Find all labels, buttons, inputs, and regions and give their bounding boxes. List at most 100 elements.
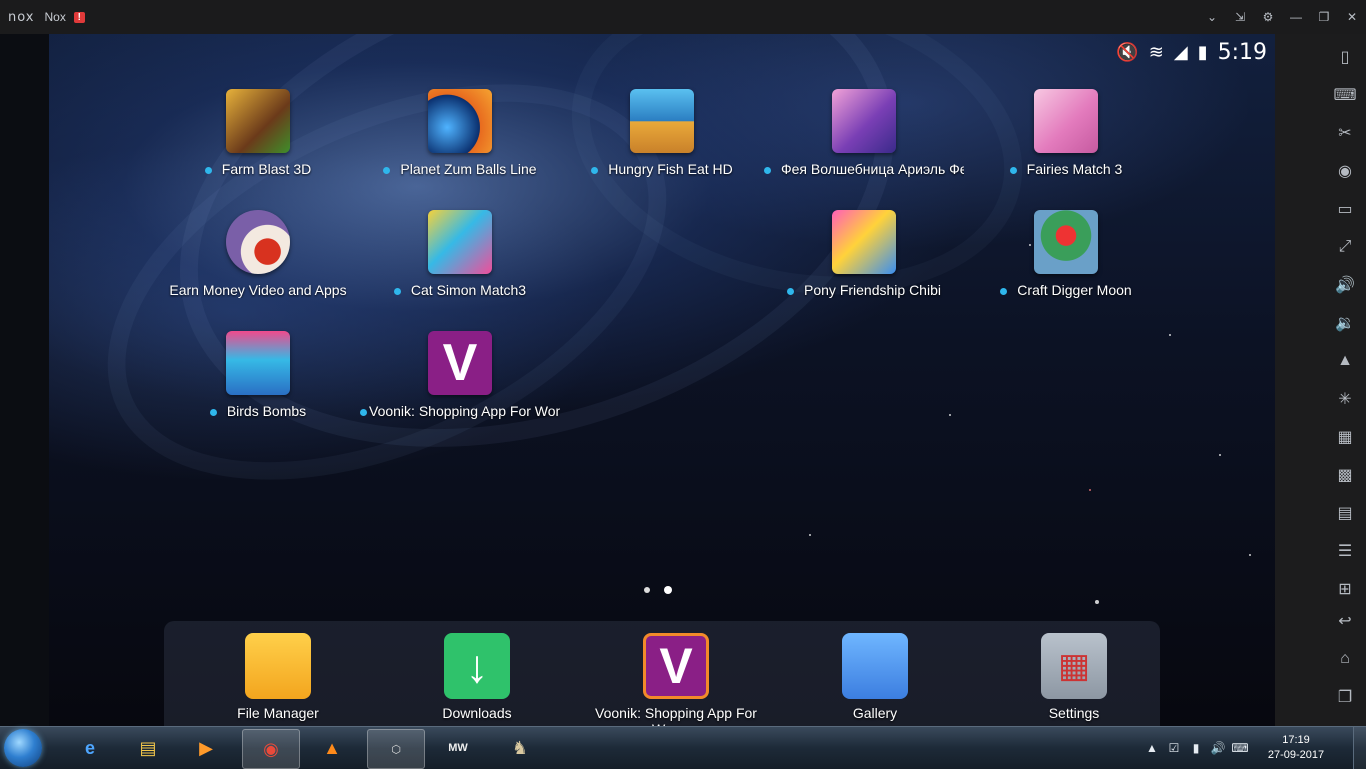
app-fairy-ariel[interactable]: Фея Волшебница Ариэль Фея Б [764, 89, 964, 199]
app-hungry-fish-eat-hd[interactable]: Hungry Fish Eat HD [562, 89, 762, 199]
volume-icon[interactable]: 🔊 [1207, 741, 1229, 755]
app-birds-bombs[interactable]: Birds Bombs [158, 331, 358, 441]
page-indicator [644, 586, 672, 594]
wallpaper-star [809, 534, 811, 536]
dock-settings[interactable]: ▦ Settings [974, 633, 1174, 725]
back-icon[interactable]: ↩ [1333, 609, 1357, 633]
dock-label: File Manager [237, 705, 319, 721]
screenshot-scissors-icon[interactable]: ✂ [1333, 121, 1357, 145]
dock: File Manager ↓ Downloads V Voonik: Shopp… [164, 621, 1160, 726]
new-app-dot [209, 408, 217, 416]
loading-icon[interactable]: ✳ [1333, 387, 1357, 411]
start-button[interactable] [4, 729, 42, 767]
macro-icon[interactable]: ▩ [1333, 463, 1357, 487]
app-planet-zum-balls-line[interactable]: Planet Zum Balls Line [360, 89, 560, 199]
dock-label: Settings [1048, 705, 1100, 721]
wallpaper-star [1095, 600, 1099, 604]
new-app-dot [1000, 287, 1008, 295]
status-clock: 5:19 [1217, 40, 1267, 65]
app-fairies-match-3[interactable]: Fairies Match 3 [966, 89, 1166, 199]
minimize-icon[interactable]: — [1282, 0, 1310, 34]
mute-icon: 🔇 [1116, 42, 1139, 62]
app-farm-blast-3d[interactable]: Farm Blast 3D [158, 89, 358, 199]
windows-taskbar: e ▤ ▶ ◉ ▲ ⬡ MW ♞ ▲ ☑ ▮ 🔊 ⌨ 17:19 27-09-2… [0, 726, 1366, 769]
system-clock[interactable]: 17:19 27-09-2017 [1251, 733, 1341, 763]
power-icon[interactable]: ▮ [1185, 741, 1207, 755]
mw-game-icon[interactable]: MW [430, 729, 486, 767]
wallpaper-star [1089, 489, 1091, 491]
show-hidden-icons-icon[interactable]: ▲ [1141, 741, 1163, 755]
shake-icon[interactable]: ▯ [1333, 45, 1357, 69]
page-dot[interactable] [644, 587, 650, 593]
location-icon[interactable]: ◉ [1333, 159, 1357, 183]
keyboard-layout-icon[interactable]: ⌨ [1229, 741, 1251, 755]
emulator-side-toolbar: ▯ ⌨ ✂ ◉ ▭ ⤢ 🔊 🔉 ▲ ✳ ▦ ▩ ▤ ☰ ⊞ ↩ ⌂ ❐ [1275, 34, 1366, 726]
dock-file-manager[interactable]: File Manager [178, 633, 378, 725]
collapse-icon[interactable]: ⌄ [1198, 0, 1226, 34]
nox-icon[interactable]: ⬡ [367, 729, 425, 769]
add-icon[interactable]: ⊞ [1333, 577, 1357, 601]
ie-icon[interactable]: e [62, 729, 118, 767]
app-craft-digger-moon[interactable]: Craft Digger Moon [966, 210, 1166, 320]
apk-install-icon[interactable]: ▲ [1333, 349, 1357, 373]
close-icon[interactable]: ✕ [1338, 0, 1366, 34]
wallpaper-star [949, 414, 951, 416]
app-cat-simon-match3[interactable]: Cat Simon Match3 [360, 210, 560, 320]
volume-down-icon[interactable]: 🔉 [1333, 311, 1357, 335]
wifi-icon: ≋ [1148, 42, 1164, 62]
dock-gallery[interactable]: Gallery [775, 633, 975, 725]
app-label: Earn Money Video and Apps [169, 282, 347, 298]
home-icon[interactable]: ⌂ [1333, 647, 1357, 671]
emulator-title-bar: nox Nox ! ⌄ ⇲ ⚙ — ❐ ✕ [0, 0, 1366, 34]
menu-icon[interactable]: ☰ [1333, 539, 1357, 563]
explorer-icon[interactable]: ▤ [120, 729, 176, 767]
keyboard-icon[interactable]: ⌨ [1333, 83, 1357, 107]
folder-icon [245, 633, 311, 699]
new-app-dot [1009, 166, 1017, 174]
sliders-icon: ▦ [1041, 633, 1107, 699]
recent-apps-icon[interactable]: ❐ [1333, 685, 1357, 709]
nox-logo: nox [8, 9, 35, 25]
dock-downloads[interactable]: ↓ Downloads [377, 633, 577, 725]
fairies-match-icon [1034, 89, 1098, 153]
dock-voonik[interactable]: V Voonik: Shopping App For Women [576, 633, 776, 726]
fullscreen-icon[interactable]: ⤢ [1333, 235, 1357, 259]
new-app-dot [360, 408, 367, 416]
fairy-ariel-icon [832, 89, 896, 153]
birds-bombs-icon [226, 331, 290, 395]
page-dot-active[interactable] [664, 586, 672, 594]
volume-up-icon[interactable]: 🔊 [1333, 273, 1357, 297]
dock-label: Voonik: Shopping App For Women [595, 705, 757, 726]
farm-blast-icon [226, 89, 290, 153]
chrome-icon[interactable]: ◉ [242, 729, 300, 769]
app-label: Фея Волшебница Ариэль Фея Б [781, 161, 964, 177]
pin-icon[interactable]: ⇲ [1226, 0, 1254, 34]
restore-icon[interactable]: ❐ [1310, 0, 1338, 34]
earn-money-icon [226, 210, 290, 274]
network-error-icon[interactable]: ☑ [1163, 741, 1185, 755]
window-title: Nox [44, 10, 66, 24]
new-app-dot [787, 287, 795, 295]
vlc-icon[interactable]: ▲ [304, 729, 360, 767]
app-label: Hungry Fish Eat HD [608, 161, 733, 177]
game-icon[interactable]: ♞ [492, 729, 548, 767]
wallpaper-star [1169, 334, 1171, 336]
clock-time: 17:19 [1282, 734, 1310, 746]
show-desktop-button[interactable] [1353, 727, 1366, 769]
voonik-icon: V [643, 633, 709, 699]
app-label: Fairies Match 3 [1026, 161, 1123, 177]
multi-instance-icon[interactable]: ▦ [1333, 425, 1357, 449]
battery-icon: ▮ [1197, 42, 1208, 62]
settings-icon[interactable]: ⚙ [1254, 0, 1282, 34]
app-label: Planet Zum Balls Line [400, 161, 537, 177]
app-voonik[interactable]: V Voonik: Shopping App For Women [360, 331, 560, 441]
app-earn-money-video[interactable]: Earn Money Video and Apps [158, 210, 358, 320]
screen-icon[interactable]: ▭ [1333, 197, 1357, 221]
app-label: Craft Digger Moon [1017, 282, 1132, 298]
system-tray: ▲ ☑ ▮ 🔊 ⌨ 17:19 27-09-2017 [1141, 727, 1366, 769]
warning-icon[interactable]: ! [73, 11, 85, 23]
record-icon[interactable]: ▤ [1333, 501, 1357, 525]
new-app-dot [764, 166, 771, 174]
app-pony-friendship-chibi[interactable]: Pony Friendship Chibi [764, 210, 964, 320]
media-player-icon[interactable]: ▶ [178, 729, 234, 767]
